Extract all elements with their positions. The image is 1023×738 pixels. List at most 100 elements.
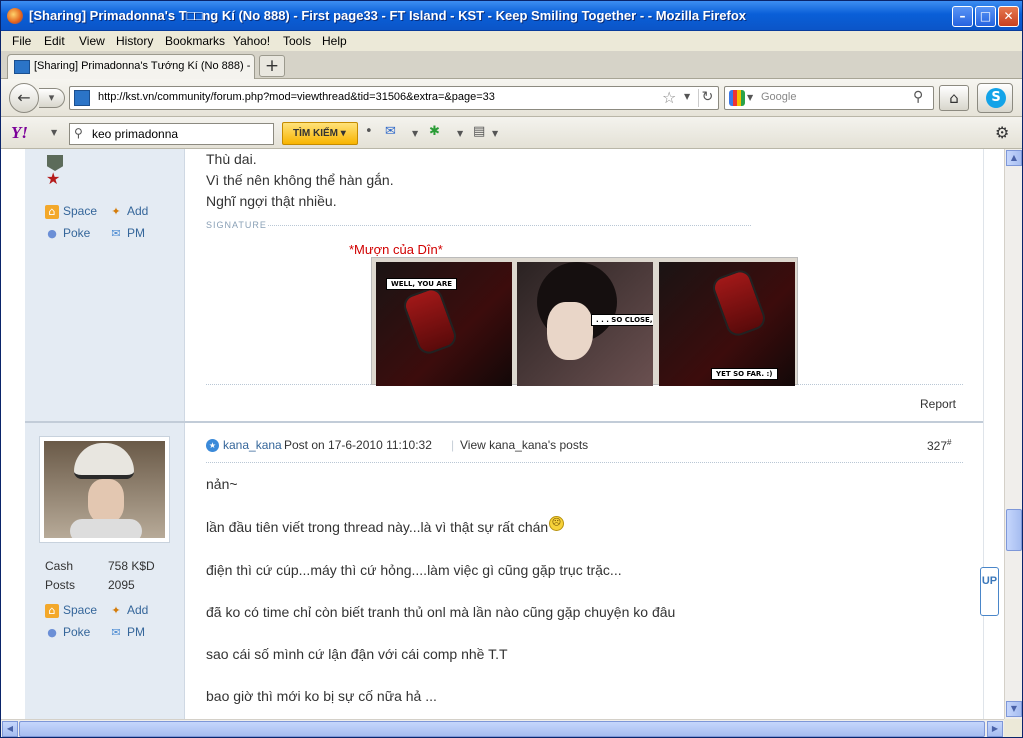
- reload-icon[interactable]: ↻: [698, 89, 716, 107]
- poke-link[interactable]: Poke: [63, 226, 90, 240]
- yahoo-dropdown-icon[interactable]: ▼: [51, 128, 57, 137]
- post1-line: Vì thế nên không thể hàn gắn.: [206, 172, 394, 188]
- pm-link[interactable]: PM: [127, 625, 145, 639]
- navigation-bar: ← ▾ http://kst.vn/community/forum.php?mo…: [1, 79, 1022, 117]
- bookmark-star-icon[interactable]: ☆: [662, 88, 676, 107]
- skype-icon: S: [986, 88, 1006, 108]
- add-friend-link[interactable]: Add: [127, 603, 148, 617]
- menu-bar: File Edit View History Bookmarks Yahoo! …: [1, 31, 1022, 51]
- vertical-scroll-thumb[interactable]: [1006, 509, 1022, 551]
- search-icon: ⚲: [74, 126, 83, 140]
- history-dropdown-icon[interactable]: ▼: [684, 92, 690, 101]
- search-box[interactable]: ▼ Google ⚲: [724, 86, 934, 110]
- horizontal-scrollbar[interactable]: ◀ ▶: [1, 719, 1004, 737]
- menu-tools[interactable]: Tools: [283, 34, 311, 48]
- maximize-button[interactable]: □: [975, 6, 996, 27]
- menu-bookmarks[interactable]: Bookmarks: [165, 34, 225, 48]
- space-link[interactable]: Space: [63, 204, 97, 218]
- page-content: ★ ⌂ Space ✦ Add ● Poke ✉ PM Thù dai. Vì …: [1, 149, 1004, 719]
- notepad-icon[interactable]: ▤: [473, 124, 485, 142]
- author-link[interactable]: kana_kana: [223, 438, 282, 452]
- firefox-icon: [7, 8, 23, 24]
- scroll-left-arrow-icon[interactable]: ◀: [2, 721, 18, 737]
- page-margin-left: [1, 149, 25, 719]
- space-link[interactable]: Space: [63, 603, 97, 617]
- engine-dropdown-icon[interactable]: ▼: [747, 93, 753, 102]
- poke-icon: ●: [47, 626, 57, 639]
- post2-line: sao cái số mình cứ lận đận với cái comp …: [206, 646, 508, 662]
- comic-bubble: . . . SO CLOSE,: [591, 314, 653, 326]
- gear-icon[interactable]: ⚙: [995, 123, 1009, 142]
- pm-link[interactable]: PM: [127, 226, 145, 240]
- yahoo-search-input[interactable]: ⚲ keo primadonna: [69, 123, 274, 145]
- site-identity-icon[interactable]: [74, 90, 90, 106]
- scroll-right-arrow-icon[interactable]: ▶: [987, 721, 1003, 737]
- close-button[interactable]: ✕: [998, 6, 1019, 27]
- menu-history[interactable]: History: [116, 34, 153, 48]
- tab-bar: [Sharing] Primadonna's Tướng Kí (No 888)…: [1, 51, 1022, 79]
- avatar[interactable]: [39, 436, 170, 543]
- back-button[interactable]: ←: [9, 83, 39, 113]
- tab-primadonna[interactable]: [Sharing] Primadonna's Tướng Kí (No 888)…: [7, 54, 255, 79]
- post2-line: đã ko có time chỉ còn biết tranh thủ onl…: [206, 604, 676, 620]
- minimize-button[interactable]: –: [952, 6, 973, 27]
- comic-panel: YET SO FAR. :): [659, 262, 795, 386]
- meta-separator: |: [451, 438, 455, 452]
- report-link[interactable]: Report: [920, 397, 956, 411]
- skype-button[interactable]: S: [977, 83, 1013, 113]
- messenger-icon[interactable]: ✱: [429, 124, 440, 142]
- floor-number: 327: [927, 439, 948, 453]
- scroll-up-widget[interactable]: UP: [980, 567, 999, 616]
- view-posts-link[interactable]: View kana_kana's posts: [460, 438, 588, 452]
- comic-bubble: WELL, YOU ARE: [386, 278, 458, 290]
- stat-value-cash: 758 K$D: [108, 559, 155, 573]
- scroll-down-arrow-icon[interactable]: ▼: [1006, 701, 1022, 717]
- poke-link[interactable]: Poke: [63, 625, 90, 639]
- firefox-window: [Sharing] Primadonna's T□□ng Kí (No 888)…: [0, 0, 1023, 738]
- post1-line: Nghĩ ngợi thật nhiều.: [206, 193, 337, 209]
- poke-icon: ●: [47, 227, 57, 240]
- search-placeholder[interactable]: Google: [761, 91, 796, 103]
- mail-icon[interactable]: ✉: [385, 124, 396, 142]
- vertical-scrollbar[interactable]: ▲ ▼: [1004, 149, 1022, 719]
- signature-image[interactable]: WELL, YOU ARE . . . SO CLOSE, YET SO FAR…: [371, 257, 798, 386]
- menu-view[interactable]: View: [79, 34, 105, 48]
- window-title: [Sharing] Primadonna's T□□ng Kí (No 888)…: [29, 8, 747, 23]
- yahoo-search-button[interactable]: TÌM KIẾM ▾: [282, 122, 358, 145]
- notepad-dropdown-icon[interactable]: ▼: [492, 129, 498, 147]
- home-button[interactable]: ⌂: [939, 85, 969, 111]
- post2-line: nản~: [206, 476, 238, 492]
- avatar-photo: [44, 441, 165, 538]
- post-meta: Post on 17-6-2010 11:10:32: [284, 438, 432, 452]
- url-bar[interactable]: http://kst.vn/community/forum.php?mod=vi…: [69, 86, 719, 110]
- add-friend-link[interactable]: Add: [127, 204, 148, 218]
- yahoo-toolbar: Y! ▼ ⚲ keo primadonna TÌM KIẾM ▾ • ✉ ▼ ✱…: [1, 117, 1022, 149]
- messenger-dropdown-icon[interactable]: ▼: [457, 129, 463, 147]
- handshake-icon: ✦: [111, 205, 121, 218]
- post-floor-number[interactable]: 327#: [927, 438, 951, 453]
- horizontal-scroll-thumb[interactable]: [19, 721, 985, 737]
- stat-label-cash: Cash: [45, 559, 74, 573]
- title-bar: [Sharing] Primadonna's T□□ng Kí (No 888)…: [1, 1, 1022, 31]
- menu-help[interactable]: Help: [322, 34, 347, 48]
- yahoo-logo-icon[interactable]: Y!: [11, 123, 28, 143]
- new-tab-button[interactable]: +: [259, 55, 285, 77]
- tab-label: [Sharing] Primadonna's Tướng Kí (No 888)…: [34, 60, 252, 72]
- antenna-icon[interactable]: •: [365, 124, 373, 142]
- menu-file[interactable]: File: [12, 34, 31, 48]
- stat-value-posts: 2095: [108, 578, 135, 592]
- menu-edit[interactable]: Edit: [44, 34, 65, 48]
- comic-panel: WELL, YOU ARE: [376, 262, 512, 386]
- mail-icon: ✉: [111, 227, 121, 240]
- search-magnifier-icon[interactable]: ⚲: [913, 89, 923, 105]
- forward-dropdown-button[interactable]: ▾: [39, 88, 65, 108]
- mail-icon: ✉: [111, 626, 121, 639]
- google-engine-icon[interactable]: [729, 90, 745, 106]
- signature-caption: *Mượn của Dîn*: [349, 242, 443, 257]
- scroll-up-arrow-icon[interactable]: ▲: [1006, 150, 1022, 166]
- yahoo-search-value[interactable]: keo primadonna: [92, 127, 178, 141]
- url-text[interactable]: http://kst.vn/community/forum.php?mod=vi…: [98, 91, 495, 103]
- menu-yahoo[interactable]: Yahoo!: [233, 34, 270, 48]
- mail-dropdown-icon[interactable]: ▼: [412, 129, 418, 147]
- post1-line: Thù dai.: [206, 151, 257, 167]
